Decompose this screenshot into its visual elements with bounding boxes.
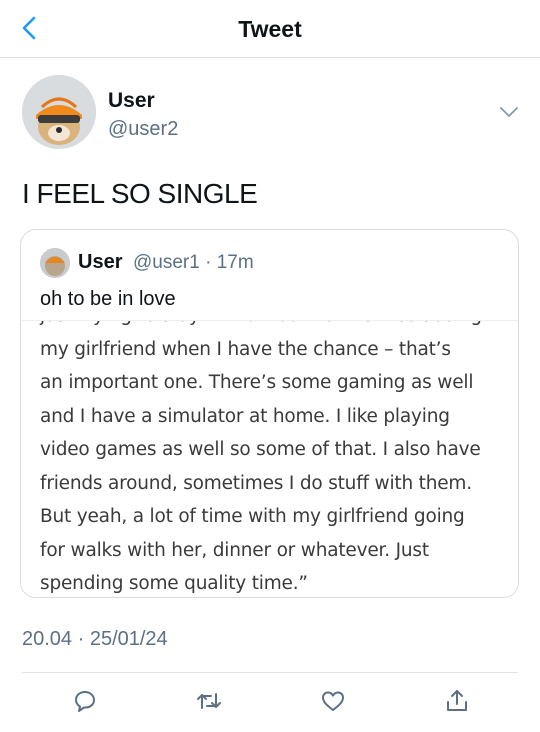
page-title: Tweet — [238, 16, 302, 42]
divider — [22, 672, 518, 673]
quoted-avatar-image — [40, 248, 70, 278]
tweet-timestamp: 20.04 · 25/01/24 — [22, 628, 168, 650]
top-nav-bar: Tweet — [0, 0, 540, 58]
media-text-line: spending some quality time.” — [40, 573, 308, 594]
quoted-tweet[interactable]: User @user1 · 17m oh to be in love just … — [20, 229, 519, 598]
quoted-author-meta: @user1 · 17m — [133, 252, 254, 273]
media-text-line: an important one. There’s some gaming as… — [40, 372, 474, 393]
retweet-icon — [197, 693, 221, 709]
avatar[interactable] — [22, 75, 96, 149]
retweet-button[interactable] — [194, 686, 224, 716]
dog-avatar-image — [22, 75, 96, 149]
like-icon — [322, 691, 344, 711]
media-text-line: just trying to stay in that routine. It’… — [40, 321, 510, 333]
media-text-line: and I have a simulator at home. I like p… — [40, 405, 450, 427]
author-name[interactable]: User — [108, 89, 155, 113]
reply-icon — [75, 691, 95, 712]
media-text-line: for walks with her, dinner or whatever. … — [40, 539, 429, 561]
quoted-tweet-text: oh to be in love — [40, 288, 176, 310]
share-icon — [447, 690, 467, 711]
quoted-avatar — [40, 248, 70, 278]
like-button[interactable] — [318, 686, 348, 716]
media-text-line: friends around, sometimes I do stuff wit… — [40, 472, 472, 494]
reply-button[interactable] — [70, 686, 100, 716]
author-handle[interactable]: @user2 — [108, 118, 178, 141]
quoted-media-text: just trying to stay in that routine. It’… — [40, 321, 510, 597]
media-text-line: But yeah, a lot of time with my girlfrie… — [40, 506, 465, 527]
quoted-media-image[interactable]: just trying to stay in that routine. It’… — [21, 320, 518, 597]
quoted-author-name: User — [78, 251, 123, 273]
media-text-line: my girlfriend when I have the chance – t… — [40, 338, 451, 360]
media-text-line: video games as well so some of that. I a… — [40, 439, 481, 460]
chevron-down-icon[interactable] — [497, 104, 521, 120]
share-button[interactable] — [442, 686, 472, 716]
tweet-text: I FEEL SO SINGLE — [22, 178, 258, 209]
